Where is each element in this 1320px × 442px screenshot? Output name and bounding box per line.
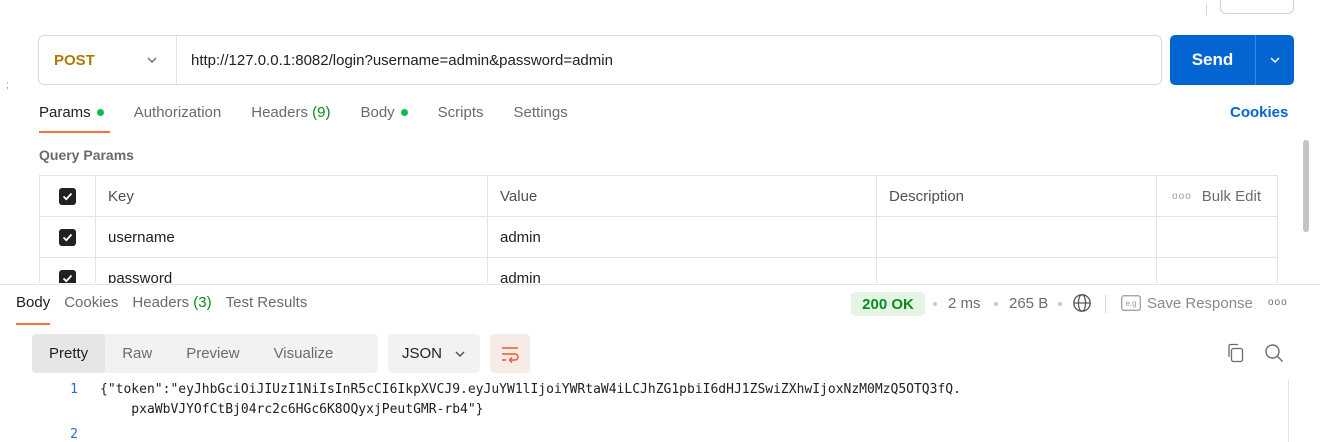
tab-label: Cookies	[64, 294, 119, 311]
column-header-value: Value	[488, 176, 877, 216]
row-trailing-cell	[1157, 258, 1277, 283]
top-divider	[1206, 4, 1207, 16]
send-button[interactable]: Send	[1170, 35, 1255, 85]
code-line: {"token":"eyJhbGciOiJIUzI1NiIsInR5cCI6Ik…	[100, 382, 961, 397]
tab-label: Params	[39, 104, 91, 121]
row-checkbox[interactable]	[59, 228, 76, 246]
table-row: username admin	[40, 217, 1277, 258]
format-label: JSON	[402, 345, 443, 362]
tab-count: (9)	[312, 104, 331, 121]
param-value-cell[interactable]: admin	[488, 217, 877, 257]
meta-separator	[933, 302, 937, 306]
row-check-cell	[40, 258, 96, 283]
tab-label: Test Results	[225, 294, 308, 311]
format-select[interactable]: JSON	[388, 334, 480, 373]
response-size[interactable]: 265 B	[1009, 295, 1048, 312]
param-description-cell[interactable]	[877, 217, 1157, 257]
line-number: 1	[70, 382, 78, 397]
select-all-cell	[40, 176, 96, 216]
line-number: 2	[70, 427, 78, 442]
tab-label: Body	[16, 294, 51, 311]
request-tabs: Params Authorization Headers (9) Body Sc…	[39, 104, 598, 133]
tab-label: Headers	[132, 294, 190, 311]
toolbar-separator	[1105, 295, 1106, 313]
tab-scripts[interactable]: Scripts	[438, 104, 484, 121]
chevron-down-icon	[147, 57, 157, 63]
view-visualize-button[interactable]: Visualize	[257, 334, 351, 373]
tab-label: Headers	[251, 104, 308, 121]
param-description-cell[interactable]	[877, 258, 1157, 283]
wrap-lines-button[interactable]	[490, 334, 530, 373]
bulk-edit-cell: ooo Bulk Edit	[1157, 176, 1277, 216]
query-params-table: Key Value Description ooo Bulk Edit user…	[39, 175, 1278, 283]
status-badge[interactable]: 200 OK	[851, 292, 925, 316]
tab-authorization[interactable]: Authorization	[134, 104, 222, 121]
save-icon-label: e.g	[1125, 299, 1136, 308]
method-select[interactable]: POST	[39, 36, 177, 84]
active-dot	[96, 108, 104, 116]
tab-response-body[interactable]: Body	[16, 294, 51, 325]
param-key-cell[interactable]: password	[96, 258, 488, 283]
view-mode-toolbar: Pretty Raw Preview Visualize	[32, 334, 378, 373]
tab-body[interactable]: Body	[360, 104, 408, 121]
view-raw-button[interactable]: Raw	[105, 334, 169, 373]
method-label: POST	[54, 51, 95, 69]
response-tabs: Body Cookies Headers (3) Test Results	[16, 294, 321, 325]
row-check-cell	[40, 217, 96, 257]
column-header-description: Description	[877, 176, 1157, 216]
chevron-down-icon	[1270, 57, 1280, 64]
wrap-icon	[502, 346, 519, 363]
edge-mark: ;	[6, 80, 9, 91]
code-line-wrapped: pxaWbVJYOfCtBj04rc2c6HGc6K8OQyxjPeutGMR-…	[100, 402, 484, 417]
tab-response-headers[interactable]: Headers (3)	[132, 294, 211, 311]
check-icon	[62, 233, 73, 241]
view-pretty-button[interactable]: Pretty	[32, 334, 106, 373]
save-icon: e.g	[1121, 295, 1141, 311]
active-dot	[400, 108, 408, 116]
tab-response-cookies[interactable]: Cookies	[64, 294, 118, 311]
param-key-cell[interactable]: username	[96, 217, 488, 257]
editor-scroll-track	[1288, 380, 1289, 442]
table-header-row: Key Value Description ooo Bulk Edit	[40, 176, 1277, 217]
tab-label: Settings	[513, 104, 568, 121]
tab-settings[interactable]: Settings	[514, 104, 568, 121]
row-trailing-cell	[1157, 217, 1277, 257]
check-icon	[62, 274, 73, 282]
tab-label: Scripts	[437, 104, 484, 121]
top-control-stub[interactable]	[1220, 0, 1294, 14]
copy-icon[interactable]	[1226, 343, 1244, 363]
request-bar: POST	[38, 35, 1162, 85]
param-value-cell[interactable]: admin	[488, 258, 877, 283]
save-response-button[interactable]: Save Response	[1147, 295, 1253, 312]
url-input[interactable]	[177, 36, 1161, 84]
row-checkbox[interactable]	[59, 269, 76, 283]
tab-test-results[interactable]: Test Results	[226, 294, 308, 311]
tab-headers[interactable]: Headers (9)	[251, 104, 330, 121]
globe-icon[interactable]	[1072, 293, 1092, 313]
cookies-link[interactable]: Cookies	[1230, 104, 1288, 121]
check-icon	[62, 192, 73, 200]
query-params-title: Query Params	[39, 147, 134, 163]
search-icon[interactable]	[1264, 343, 1284, 363]
meta-separator	[994, 302, 998, 306]
column-header-key: Key	[96, 176, 488, 216]
meta-separator	[1058, 302, 1062, 306]
more-options-icon[interactable]: ooo	[1172, 191, 1192, 202]
more-options-icon[interactable]: ooo	[1268, 297, 1288, 308]
tab-count: (3)	[193, 294, 212, 311]
tab-params[interactable]: Params	[39, 104, 110, 133]
response-time[interactable]: 2 ms	[948, 295, 981, 312]
table-row: password admin	[40, 258, 1277, 283]
select-all-checkbox[interactable]	[59, 187, 76, 205]
scrollbar-thumb[interactable]	[1303, 140, 1309, 232]
tab-label: Authorization	[133, 104, 222, 121]
bulk-edit-link[interactable]: Bulk Edit	[1202, 188, 1261, 205]
send-options-button[interactable]	[1256, 35, 1294, 85]
send-button-group: Send	[1170, 35, 1294, 85]
tab-label: Body	[360, 104, 395, 121]
chevron-down-icon	[455, 351, 465, 357]
view-preview-button[interactable]: Preview	[169, 334, 256, 373]
pane-divider[interactable]	[0, 284, 1320, 285]
